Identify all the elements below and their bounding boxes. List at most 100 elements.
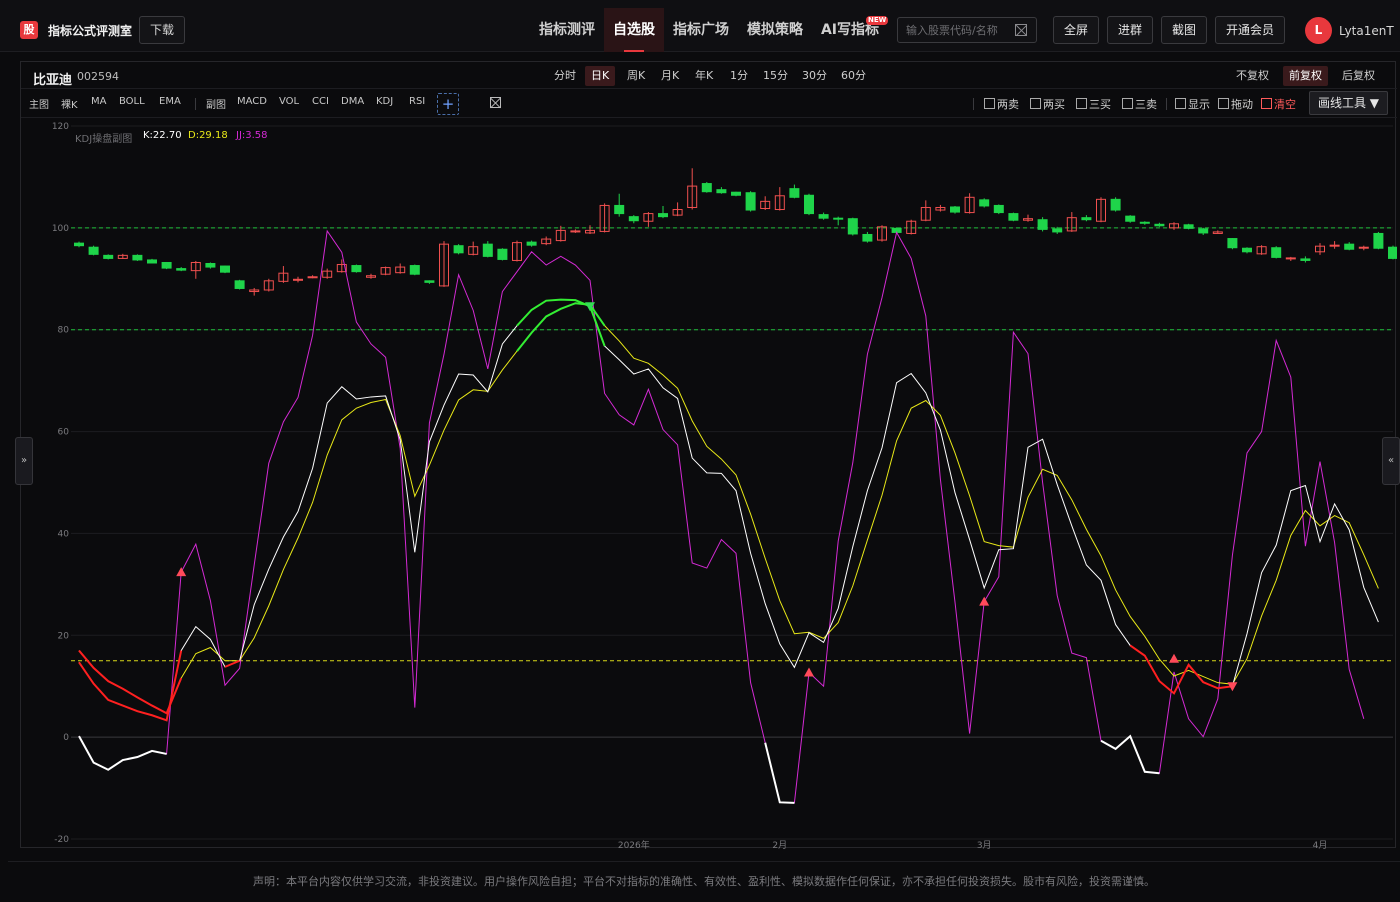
legend-j: JJ:3.58 <box>236 130 268 141</box>
candle-body <box>1373 232 1384 249</box>
candle-body <box>1183 224 1194 229</box>
candle-body <box>847 218 858 235</box>
candle-body <box>1125 215 1136 222</box>
candle-body <box>789 188 800 198</box>
divider <box>973 98 974 110</box>
y-tick-label: 80 <box>58 326 70 336</box>
ind-boll[interactable]: BOLL <box>119 96 145 107</box>
period-60min[interactable]: 60分 <box>835 66 872 86</box>
candle-body <box>818 214 829 219</box>
candle-body <box>862 233 873 242</box>
buy-marker <box>1169 653 1179 663</box>
candle-body <box>1081 217 1092 221</box>
candle-body <box>1344 243 1355 250</box>
download-button[interactable]: 下载 <box>139 16 185 44</box>
tool-drag[interactable]: 拖动 <box>1218 96 1253 112</box>
ind-naked-k[interactable]: 裸K <box>61 96 78 111</box>
join-group-button[interactable]: 进群 <box>1107 16 1153 44</box>
ind-cci[interactable]: CCI <box>312 96 329 107</box>
search-box <box>897 17 1037 43</box>
candle-body <box>1198 228 1209 234</box>
adjust-none[interactable]: 不复权 <box>1230 66 1275 86</box>
buy-marker <box>176 567 187 577</box>
period-intraday[interactable]: 分时 <box>548 66 582 86</box>
period-daily[interactable]: 日K <box>585 66 616 86</box>
highlight-segment <box>78 649 183 715</box>
expand-left-handle[interactable]: » <box>15 437 33 485</box>
kdj-chart[interactable]: 120 100 80 60 40 20 0 -20 2026年 2月 3月 4月 <box>21 118 1397 849</box>
period-monthly[interactable]: 月K <box>655 66 685 86</box>
avatar[interactable]: L <box>1305 17 1332 44</box>
ind-vol[interactable]: VOL <box>279 96 299 107</box>
candle-body <box>950 206 960 213</box>
candle-body <box>1358 246 1369 249</box>
nav-indicator-square[interactable]: 指标广场 <box>664 8 738 52</box>
highlight-segment <box>224 659 240 668</box>
app-title: 指标公式评测室 <box>48 24 133 38</box>
tool-clear[interactable]: 清空 <box>1261 96 1296 112</box>
candle-body <box>176 268 187 271</box>
candle-body <box>731 191 741 196</box>
candle-body <box>658 213 668 218</box>
candle-body <box>1242 247 1252 253</box>
candle-body <box>103 254 114 259</box>
tool-three-buy[interactable]: 三买 <box>1076 96 1111 112</box>
candle-body <box>1285 257 1296 260</box>
highlight-segment <box>764 742 795 804</box>
candle-body <box>745 192 756 211</box>
chart-panel: 比亚迪 002594 分时 日K 周K 月K 年K 1分 15分 30分 60分… <box>20 61 1397 849</box>
ind-kdj[interactable]: KDJ <box>376 96 393 107</box>
clear-icon[interactable] <box>1015 24 1027 36</box>
expand-right-handle[interactable]: « <box>1382 437 1400 485</box>
logo-icon: 股 <box>20 21 38 39</box>
add-indicator-button[interactable]: + <box>437 93 459 115</box>
adjust-backward[interactable]: 后复权 <box>1336 66 1381 86</box>
nav-ai-indicator[interactable]: AI写指标 <box>812 8 888 52</box>
tool-two-sell[interactable]: 两卖 <box>984 96 1019 112</box>
nav-indicator-review[interactable]: 指标测评 <box>530 8 604 52</box>
stock-name: 比亚迪 <box>33 73 73 88</box>
ind-rsi[interactable]: RSI <box>409 96 425 107</box>
close-indicator-icon[interactable] <box>490 97 501 108</box>
candle-body <box>628 216 639 222</box>
candle-body <box>804 194 814 215</box>
period-yearly[interactable]: 年K <box>689 66 719 86</box>
indicator-toolbar: 主图 裸K MA BOLL EMA 副图 MACD VOL CCI DMA KD… <box>21 88 1397 118</box>
search-input[interactable] <box>906 21 1014 39</box>
new-badge: NEW <box>866 16 889 25</box>
d-line <box>78 302 1379 714</box>
period-weekly[interactable]: 周K <box>621 66 651 86</box>
period-30min[interactable]: 30分 <box>796 66 833 86</box>
period-15min[interactable]: 15分 <box>757 66 794 86</box>
tool-three-sell[interactable]: 三卖 <box>1122 96 1157 112</box>
candle-body <box>1110 198 1121 211</box>
period-1min[interactable]: 1分 <box>724 66 754 86</box>
tool-show[interactable]: 显示 <box>1175 96 1210 112</box>
ind-macd[interactable]: MACD <box>237 96 267 107</box>
x-tick-label: 3月 <box>977 840 992 849</box>
drawing-tools-dropdown[interactable]: 画线工具 ▼ <box>1309 91 1388 115</box>
candle-body <box>1388 246 1397 259</box>
candle-body <box>147 259 157 264</box>
username[interactable]: Lyta1enT <box>1339 24 1394 38</box>
candle-body <box>234 280 245 289</box>
candle-body <box>205 263 216 268</box>
k-line <box>78 299 1379 721</box>
ind-ma[interactable]: MA <box>91 96 106 107</box>
x-tick-label: 2026年 <box>618 839 650 849</box>
adjust-forward[interactable]: 前复权 <box>1283 66 1328 86</box>
ind-ema[interactable]: EMA <box>159 96 181 107</box>
x-tick-label: 2月 <box>772 840 787 849</box>
tool-two-buy[interactable]: 两买 <box>1030 96 1065 112</box>
screenshot-button[interactable]: 截图 <box>1161 16 1207 44</box>
buy-marker <box>979 596 990 606</box>
nav-watchlist[interactable]: 自选股 <box>604 8 664 52</box>
candle-body <box>497 248 508 260</box>
y-tick-label: 20 <box>58 631 70 641</box>
fullscreen-button[interactable]: 全屏 <box>1053 16 1099 44</box>
nav-sim-strategy[interactable]: 模拟策略 <box>738 8 812 52</box>
ind-dma[interactable]: DMA <box>341 96 364 107</box>
membership-button[interactable]: 开通会员 <box>1215 16 1285 44</box>
y-tick-label: 100 <box>52 224 69 234</box>
y-tick-label: 120 <box>52 122 69 132</box>
